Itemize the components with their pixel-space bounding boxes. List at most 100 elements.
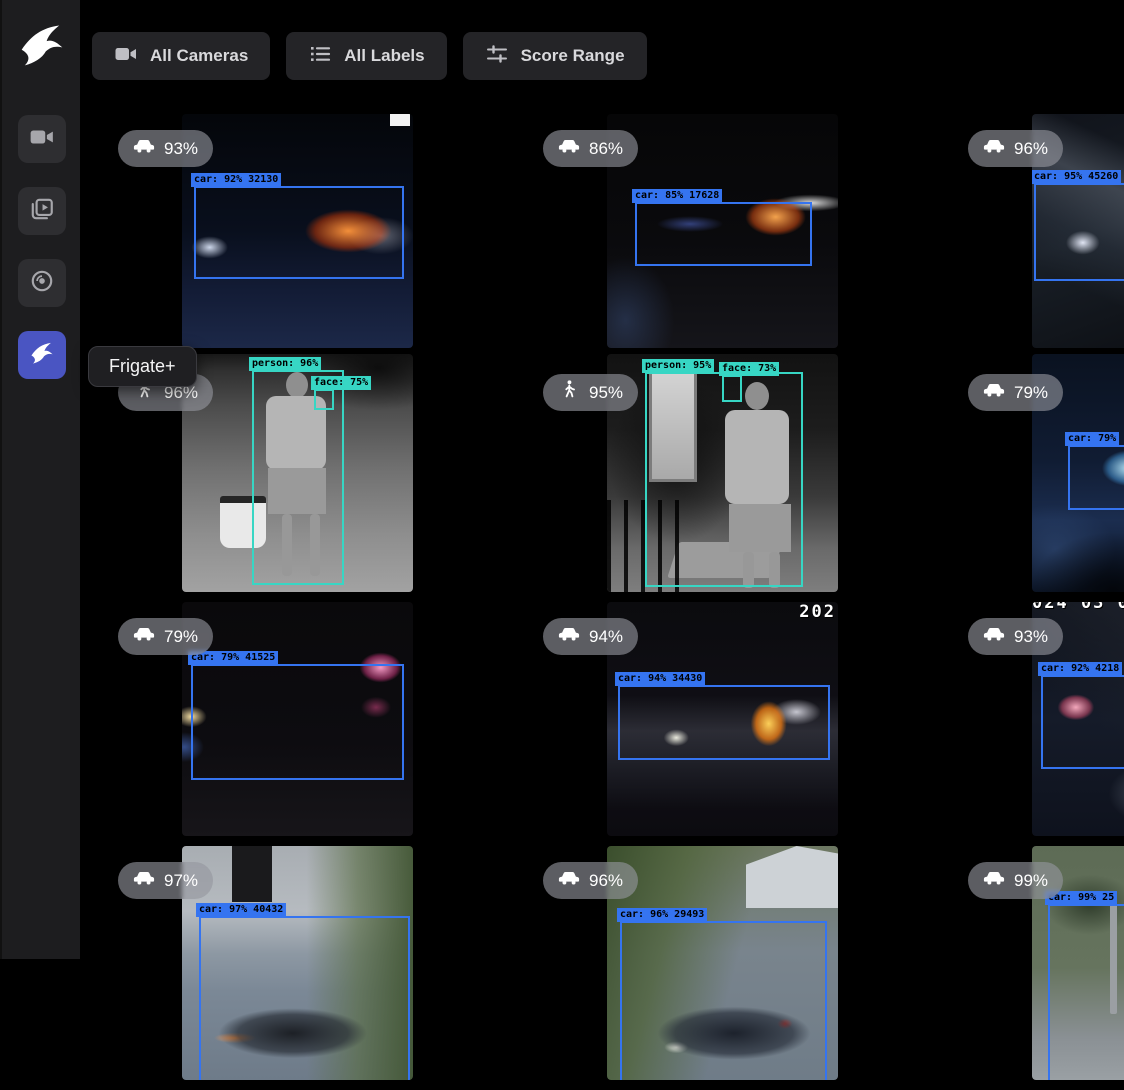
score-value: 93% <box>1014 627 1048 647</box>
car-icon <box>558 867 580 894</box>
score-badge: 97% <box>118 862 213 899</box>
score-range-label: Score Range <box>521 46 625 66</box>
score-value: 96% <box>1014 139 1048 159</box>
score-badge: 96% <box>543 862 638 899</box>
score-value: 94% <box>589 627 623 647</box>
car-icon <box>983 135 1005 162</box>
detection-tile: 79% car: 79% <box>950 358 1124 602</box>
score-value: 86% <box>589 139 623 159</box>
detection-snapshot[interactable]: car: 92% 32130 <box>182 114 413 348</box>
score-badge: 94% <box>543 618 638 655</box>
bounding-box-face: face: 73% <box>722 375 742 402</box>
sidebar-item-review[interactable] <box>18 187 66 235</box>
bounding-box-car: car: 92% 32130 <box>194 186 404 279</box>
car-icon <box>558 135 580 162</box>
score-value: 93% <box>164 139 198 159</box>
all-labels-label: All Labels <box>344 46 424 66</box>
bounding-box-car: car: 79% 41525 <box>191 664 404 780</box>
all-cameras-label: All Cameras <box>150 46 248 66</box>
car-icon <box>983 379 1005 406</box>
detection-tile: 86% car: 85% 17628 <box>525 114 950 358</box>
score-badge: 86% <box>543 130 638 167</box>
detection-tile: 79% car: 79% 41525 <box>100 602 525 846</box>
detection-tile: 96% car: 96% 29493 <box>525 846 950 1090</box>
detection-tile: 99% car: 99% 25 <box>950 846 1124 1090</box>
detection-tile: 95% person: 95% face: 73% <box>525 358 950 602</box>
bounding-box-label: person: 95% <box>642 359 714 374</box>
detection-snapshot[interactable]: car: 97% 40432 <box>182 846 413 1080</box>
review-playback-icon <box>29 196 55 227</box>
bounding-box-car: car: 95% 45260 <box>1034 183 1124 281</box>
scene-house <box>746 846 838 908</box>
detection-tile: 96% car: 95% 45260 <box>950 114 1124 358</box>
bounding-box-face: face: 75% <box>314 389 334 410</box>
scene-detail <box>390 114 410 126</box>
camera-timestamp: 202 <box>799 602 836 622</box>
bounding-box-label: car: 94% 34430 <box>615 672 705 687</box>
camera-icon <box>114 42 138 71</box>
score-value: 96% <box>589 871 623 891</box>
detection-snapshot[interactable]: 202 car: 94% 34430 <box>607 602 838 836</box>
video-camera-icon <box>29 124 55 155</box>
detection-snapshot[interactable]: car: 79% 41525 <box>182 602 413 836</box>
bounding-box-car: car: 99% 25 <box>1048 904 1124 1080</box>
car-icon <box>133 867 155 894</box>
detection-snapshot[interactable]: person: 96% face: 75% <box>182 354 413 592</box>
disc-icon <box>29 268 55 299</box>
score-badge: 93% <box>968 618 1063 655</box>
score-range-filter-button[interactable]: Score Range <box>463 32 647 80</box>
bounding-box-person: person: 95% <box>645 372 803 587</box>
detection-snapshot[interactable]: car: 96% 29493 <box>607 846 838 1080</box>
bounding-box-car: car: 94% 34430 <box>618 685 830 760</box>
detection-tile: 93% 024 03 0 car: 92% 4218 <box>950 602 1124 846</box>
sliders-icon <box>485 42 509 71</box>
detection-tile: 93% car: 92% 32130 <box>100 114 525 358</box>
bounding-box-car: car: 92% 4218 <box>1041 675 1124 769</box>
score-value: 79% <box>1014 383 1048 403</box>
car-icon <box>983 623 1005 650</box>
person-icon <box>558 379 580 406</box>
sidebar-item-frigate-plus[interactable] <box>18 331 66 379</box>
bounding-box-label: car: 79% <box>1065 432 1119 447</box>
face-label: face: 73% <box>719 362 779 377</box>
score-badge: 79% <box>968 374 1063 411</box>
detection-grid: 93% car: 92% 32130 86% car: 85% 17628 96… <box>100 114 1124 1090</box>
bounding-box-label: person: 96% <box>249 357 321 372</box>
bounding-box-label: car: 96% 29493 <box>617 908 707 923</box>
bounding-box-label: car: 97% 40432 <box>196 903 286 918</box>
bounding-box-car: car: 96% 29493 <box>620 921 827 1080</box>
detection-tile: 96% person: 96% face: 75% <box>100 358 525 602</box>
bounding-box-label: car: 92% 32130 <box>191 173 281 188</box>
car-icon <box>983 867 1005 894</box>
detection-tile: 97% car: 97% 40432 <box>100 846 525 1090</box>
scene-doorway <box>232 846 272 902</box>
detection-snapshot[interactable]: car: 85% 17628 <box>607 114 838 348</box>
bounding-box-car: car: 97% 40432 <box>199 916 410 1080</box>
bounding-box-label: car: 92% 4218 <box>1038 662 1122 677</box>
all-cameras-filter-button[interactable]: All Cameras <box>92 32 270 80</box>
frigate-logo-icon <box>17 20 67 70</box>
car-icon <box>558 623 580 650</box>
score-badge: 96% <box>968 130 1063 167</box>
detection-tile: 94% 202 car: 94% 34430 <box>525 602 950 846</box>
score-badge: 93% <box>118 130 213 167</box>
score-value: 99% <box>1014 871 1048 891</box>
bounding-box-label: car: 95% 45260 <box>1032 170 1121 185</box>
score-value: 97% <box>164 871 198 891</box>
bounding-box-car: car: 79% <box>1068 445 1124 510</box>
car-icon <box>133 623 155 650</box>
all-labels-filter-button[interactable]: All Labels <box>286 32 446 80</box>
camera-timestamp: 024 03 0 <box>1032 602 1124 613</box>
score-badge: 99% <box>968 862 1063 899</box>
sidebar-item-export[interactable] <box>18 259 66 307</box>
frigate-plus-tooltip: Frigate+ <box>88 346 197 387</box>
sidebar-item-live-cameras[interactable] <box>18 115 66 163</box>
detection-snapshot[interactable]: person: 95% face: 73% <box>607 354 838 592</box>
score-value: 79% <box>164 627 198 647</box>
score-value: 95% <box>589 383 623 403</box>
bounding-box-label: car: 85% 17628 <box>632 189 722 204</box>
list-icon <box>308 42 332 71</box>
face-label: face: 75% <box>311 376 371 391</box>
car-icon <box>133 135 155 162</box>
score-badge: 95% <box>543 374 638 411</box>
